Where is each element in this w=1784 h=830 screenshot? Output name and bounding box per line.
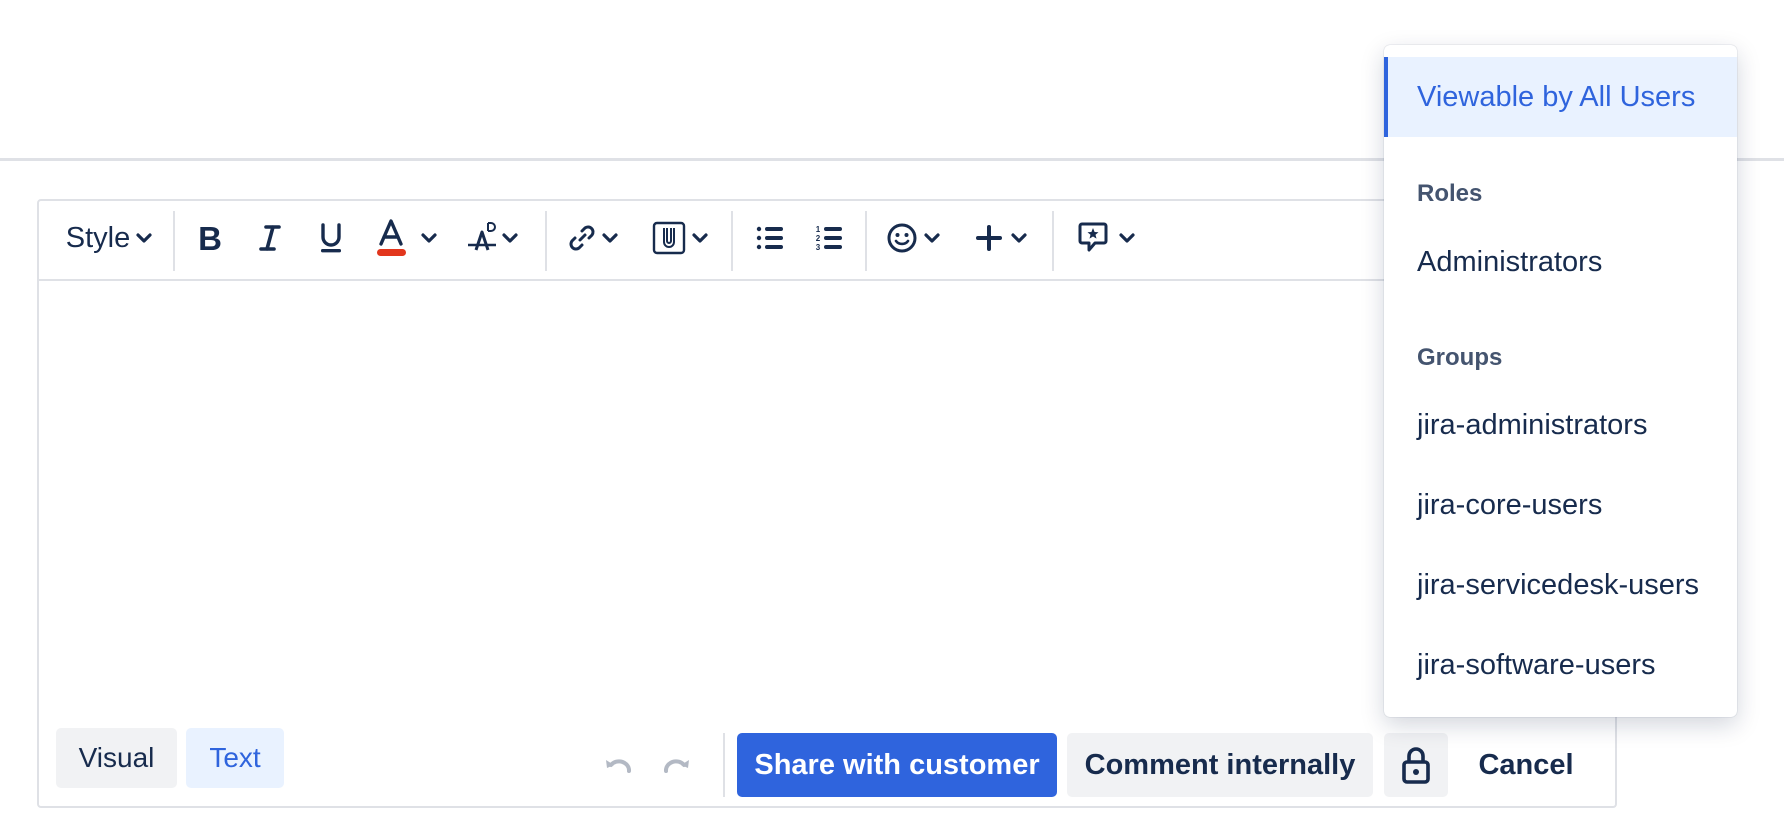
underline-button[interactable] (313, 218, 349, 258)
footer-separator (723, 733, 725, 797)
chevron-down-icon (924, 233, 940, 243)
chevron-down-icon (421, 233, 437, 243)
numbered-list-icon: 123 (816, 225, 842, 251)
dropdown-item-jira-administrators[interactable]: jira-administrators (1384, 385, 1737, 465)
emoji-icon (887, 223, 917, 253)
svg-text:2: 2 (816, 234, 821, 243)
chevron-down-icon (502, 233, 518, 243)
toolbar-separator (173, 211, 175, 271)
visibility-lock-button[interactable] (1384, 733, 1448, 797)
italic-button[interactable] (252, 218, 288, 258)
toolbar-separator (545, 211, 547, 271)
style-label: Style (65, 221, 131, 254)
svg-text:3: 3 (816, 243, 821, 251)
text-color-button[interactable] (373, 218, 441, 258)
dropdown-item-jira-servicedesk-users[interactable]: jira-servicedesk-users (1384, 545, 1737, 625)
chevron-down-icon (692, 233, 708, 243)
dropdown-item-administrators[interactable]: Administrators (1384, 222, 1737, 302)
attachment-button[interactable] (652, 218, 714, 258)
toolbar-separator (865, 211, 867, 271)
tab-visual[interactable]: Visual (56, 728, 177, 788)
chevron-down-icon (136, 233, 152, 243)
svg-text:1: 1 (816, 225, 821, 234)
chevron-down-icon (1119, 233, 1135, 243)
dropdown-item-jira-core-users[interactable]: jira-core-users (1384, 465, 1737, 545)
dropdown-section-groups: Groups (1417, 344, 1503, 371)
emoji-button[interactable] (886, 218, 948, 258)
toolbar-separator (1052, 211, 1054, 271)
undo-button[interactable] (602, 750, 634, 780)
text-color-icon (377, 219, 406, 256)
plus-icon (976, 225, 1002, 251)
tab-text[interactable]: Text (186, 728, 284, 788)
canned-response-button[interactable] (1077, 218, 1141, 258)
visibility-dropdown-menu: Viewable by All Users Roles Administrato… (1384, 45, 1737, 717)
underline-icon (321, 223, 341, 253)
insert-more-button[interactable] (975, 218, 1031, 258)
lock-icon (1402, 747, 1430, 784)
bold-button[interactable]: B (192, 218, 228, 258)
bullet-list-icon (756, 226, 783, 250)
redo-button[interactable] (661, 750, 693, 780)
feedback-icon (1078, 222, 1108, 252)
chevron-down-icon (1011, 233, 1027, 243)
style-dropdown[interactable]: Style (60, 218, 158, 258)
comment-internally-button[interactable]: Comment internally (1067, 733, 1373, 797)
text-effects-icon (468, 222, 496, 251)
bold-icon: B (198, 223, 222, 253)
dropdown-item-viewable-by-all-users[interactable]: Viewable by All Users (1384, 57, 1737, 137)
chevron-down-icon (602, 233, 618, 243)
dropdown-section-roles: Roles (1417, 180, 1483, 207)
svg-text:B: B (198, 223, 222, 253)
attachment-icon (652, 221, 686, 255)
comment-text-area[interactable] (39, 281, 1614, 716)
numbered-list-button[interactable]: 123 (811, 218, 847, 258)
cancel-button[interactable]: Cancel (1456, 733, 1596, 797)
undo-icon (606, 759, 631, 773)
dropdown-item-jira-software-users[interactable]: jira-software-users (1384, 625, 1737, 705)
italic-icon (259, 225, 281, 251)
toolbar-separator (731, 211, 733, 271)
link-icon (569, 225, 595, 251)
link-button[interactable] (566, 218, 626, 258)
bullet-list-button[interactable] (752, 218, 788, 258)
share-with-customer-button[interactable]: Share with customer (737, 733, 1057, 797)
more-formatting-button[interactable] (466, 218, 526, 258)
redo-icon (664, 759, 689, 773)
